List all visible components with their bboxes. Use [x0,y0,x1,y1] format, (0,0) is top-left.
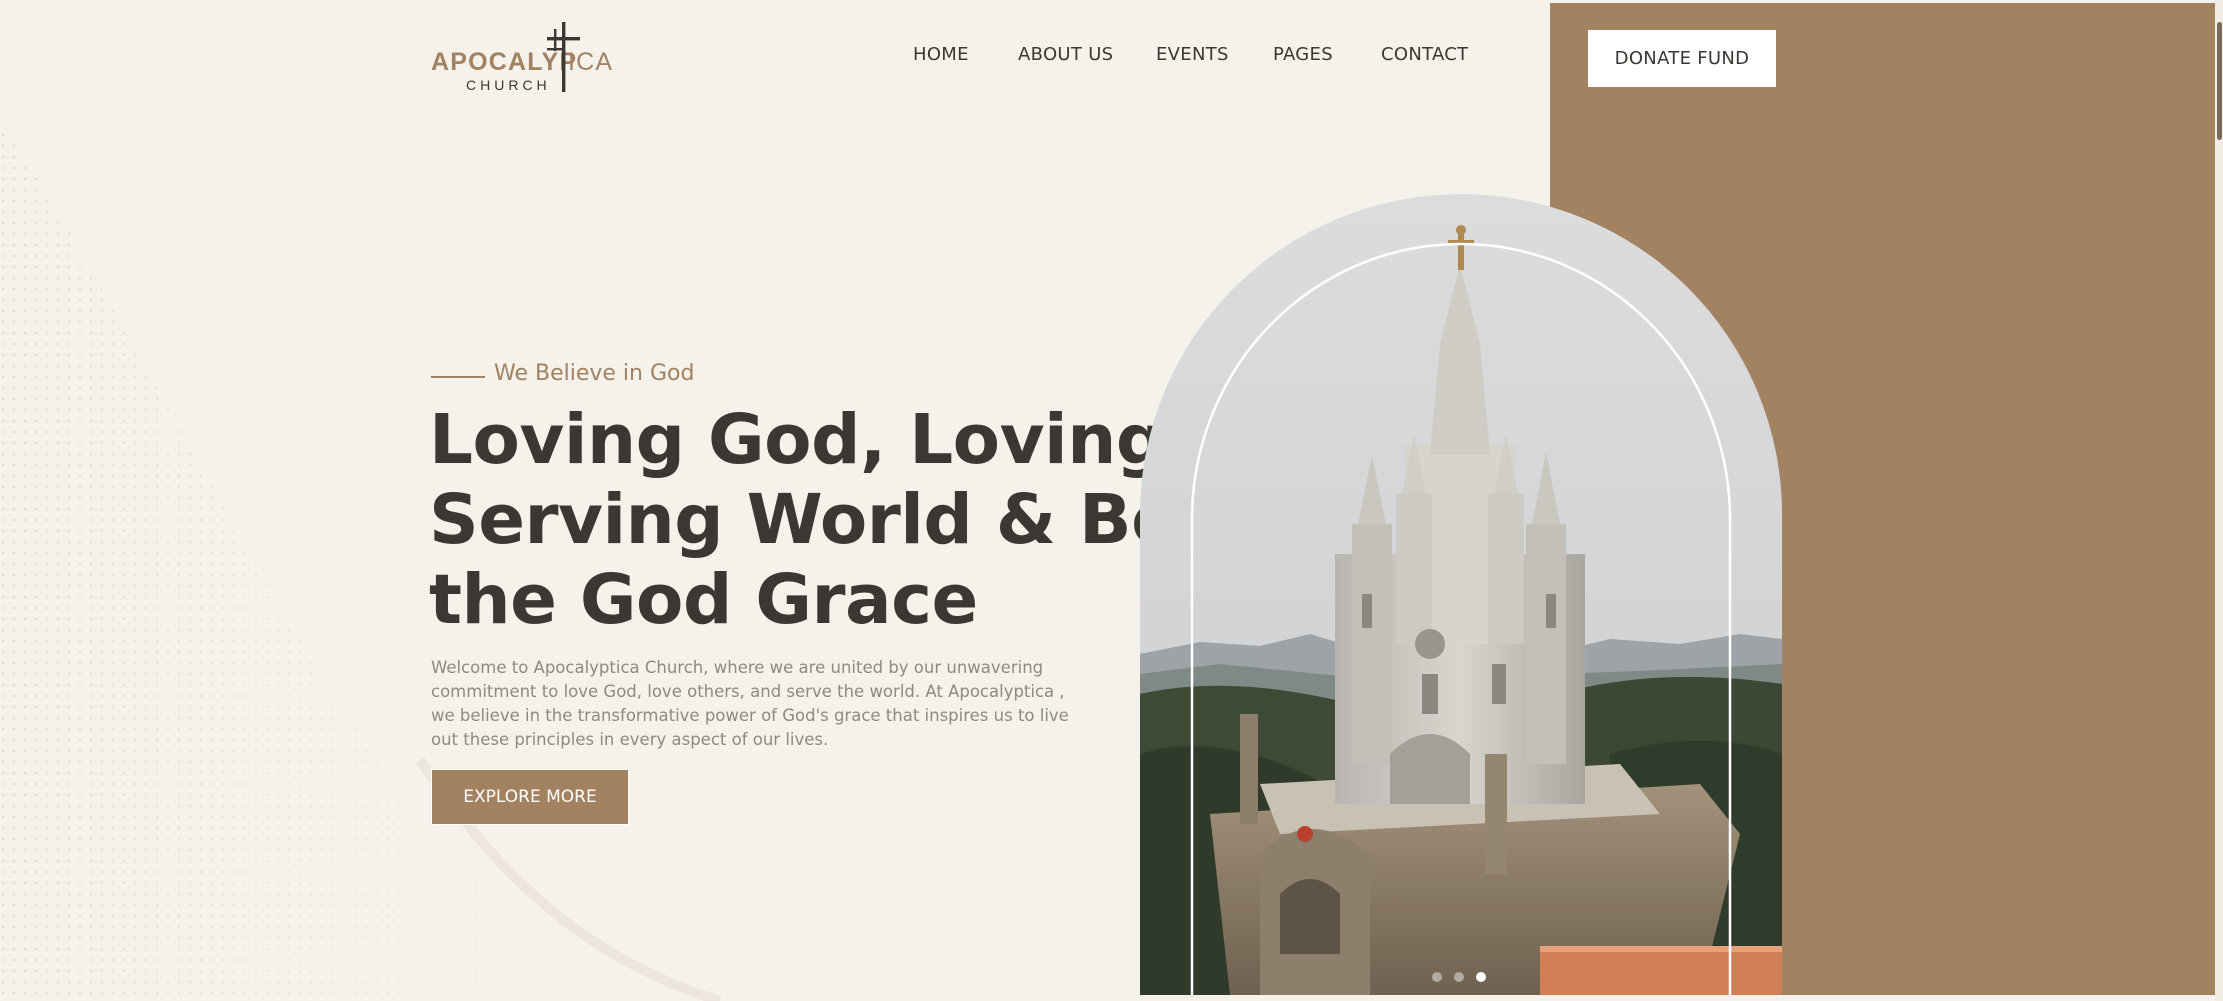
nav-contact[interactable]: CONTACT [1381,44,1468,65]
hero-tagline: We Believe in God [494,361,695,386]
logo-word-right: ICA [568,48,613,76]
tagline-rule [431,376,485,378]
scrollbar-thumb[interactable] [2217,22,2222,140]
church-logo[interactable]: APOCALYP ICA CHURCH [430,20,630,98]
donate-fund-button[interactable]: DONATE FUND [1588,30,1776,87]
nav-home[interactable]: HOME [913,44,969,65]
logo-subtitle: CHURCH [466,77,551,93]
logo-word-left: APOCALYP [431,48,577,76]
explore-more-button[interactable]: EXPLORE MORE [431,769,629,825]
slider-dot[interactable] [1454,972,1464,982]
page: APOCALYP ICA CHURCH HOME ABOUT US EVENTS… [0,0,2223,1001]
slider-dot[interactable] [1476,972,1486,982]
page-scrollbar[interactable] [2215,0,2223,1001]
nav-about-us[interactable]: ABOUT US [1018,44,1113,65]
hero-intro-text: Welcome to Apocalyptica Church, where we… [431,658,1069,749]
slider-dot[interactable] [1432,972,1442,982]
nav-events[interactable]: EVENTS [1156,44,1229,65]
church-photo-arch [1140,194,1782,995]
nav-pages[interactable]: PAGES [1273,44,1333,65]
